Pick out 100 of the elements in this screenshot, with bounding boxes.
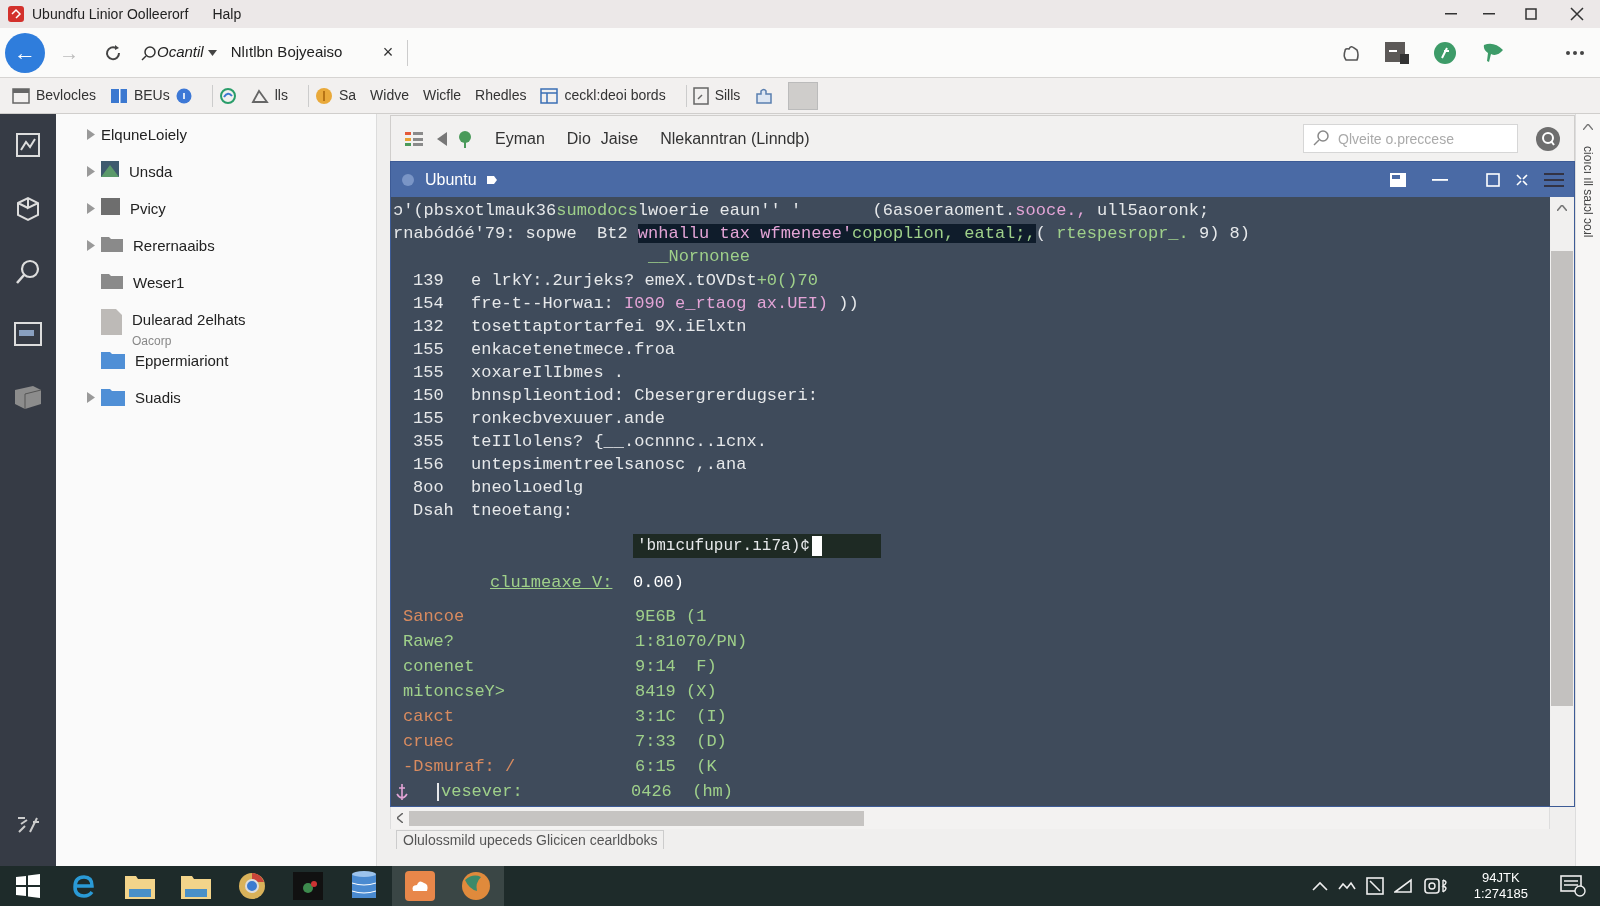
bookmark-link[interactable]: Rhedles <box>475 85 527 106</box>
bookmark-link[interactable]: Bevlocles <box>36 85 96 106</box>
wave-icon[interactable] <box>1337 881 1356 891</box>
panel-icon[interactable] <box>1385 41 1409 64</box>
collapse-icon[interactable] <box>1583 124 1593 130</box>
minimize-icon[interactable] <box>1483 13 1495 15</box>
input-field[interactable]: 'bmıcufupur.ıi7a)¢ <box>633 534 881 558</box>
search-engine-label[interactable]: Ocantil <box>157 41 204 64</box>
browser-icon[interactable] <box>238 872 266 900</box>
bookmark-link[interactable]: BEUs <box>133 85 170 106</box>
scroll-left-icon[interactable] <box>397 813 403 823</box>
tree-item[interactable]: Rerernaaibs <box>133 235 215 258</box>
code-line: xoxareIlIbmes . <box>471 362 625 384</box>
cursor <box>811 536 822 556</box>
clock-date[interactable]: 1:274185 <box>1473 886 1528 902</box>
bookmark-link[interactable]: ceckl:deoi bords <box>564 85 666 106</box>
tree-item[interactable]: Suadis <box>135 386 181 409</box>
tree-item[interactable]: Unsda <box>129 161 173 184</box>
toolbar-tab[interactable]: Nlekanntran (Linndþ) <box>660 126 810 151</box>
scroll-up-icon[interactable] <box>1557 205 1567 211</box>
document-icon <box>692 86 709 105</box>
chevron-up-icon[interactable] <box>1311 881 1328 891</box>
stat-value: 8419 (X) <box>635 681 717 703</box>
camera-icon[interactable] <box>1423 877 1450 895</box>
tree-item[interactable]: Weser1 <box>133 272 185 295</box>
terminal-line: ɔ'(pbsxotlmauk36sumodocslwoerie eaun'' ' (6asoeraoment.sooce., ull5aoronk; <box>393 200 1210 222</box>
folder-icon[interactable] <box>181 873 211 899</box>
cloud-app-icon[interactable] <box>405 871 435 901</box>
close-icon[interactable] <box>1570 7 1584 21</box>
stat-value: 6:15 (K <box>635 756 717 778</box>
line-number: Dsah <box>412 500 455 522</box>
line-number: 132 <box>412 316 445 338</box>
search-icon[interactable] <box>14 258 42 286</box>
address-field[interactable]: Nlıtlbn Bojyeaiso <box>230 41 381 64</box>
chart-icon[interactable] <box>15 132 41 158</box>
tree-item[interactable]: Eppermiariont <box>135 349 229 372</box>
bookmark-link[interactable]: Wicfle <box>423 85 462 106</box>
caret-icon[interactable] <box>207 49 217 56</box>
cube-icon[interactable] <box>14 194 42 222</box>
globe-app-icon[interactable] <box>461 871 491 901</box>
maximize-icon[interactable] <box>1525 8 1537 20</box>
line-number: 8oo <box>412 477 445 499</box>
tree-item[interactable]: Pvicy <box>130 198 166 221</box>
search-field[interactable]: Qlveite o.preccese <box>1303 124 1518 153</box>
window-icon[interactable] <box>14 322 42 346</box>
window-icon[interactable] <box>1390 172 1406 187</box>
toolbar-tab[interactable]: Eyman <box>495 126 545 151</box>
stat-value: 3:1C (I) <box>635 706 727 728</box>
minimize-icon[interactable] <box>1445 13 1457 15</box>
back-arrow-icon[interactable] <box>437 131 447 146</box>
menu-item[interactable]: Halp <box>212 3 242 25</box>
scrollbar-thumb[interactable] <box>1551 251 1573 706</box>
toolbar-tab[interactable]: Jaise <box>600 126 639 151</box>
notification-icon[interactable] <box>1560 875 1586 897</box>
shrink-icon[interactable] <box>1516 173 1528 186</box>
stat-key: mitoncseY> <box>403 679 635 704</box>
reload-icon[interactable] <box>103 42 123 63</box>
status-text: Olulossmild upeceds Glicicen cearldboks <box>396 830 665 849</box>
terminal-icon <box>401 172 415 187</box>
expand-arrow-icon[interactable] <box>87 129 95 140</box>
window-title: Ubundfu Linior Oolleerorf <box>32 4 189 24</box>
database-icon[interactable] <box>352 871 376 901</box>
line-number: 139 <box>412 270 445 292</box>
volume-icon[interactable] <box>1393 878 1414 894</box>
summary-value: 0.00) <box>633 572 684 594</box>
vertical-scrollbar[interactable] <box>1550 197 1574 806</box>
horizontal-scrollbar[interactable] <box>390 807 1550 829</box>
bookmark-link[interactable]: Sills <box>714 85 741 106</box>
tree-item[interactable]: Dulearad 2elhats <box>132 309 246 332</box>
cursor <box>437 782 439 801</box>
back-button[interactable]: ← <box>5 32 45 73</box>
expand-arrow-icon[interactable] <box>87 203 95 214</box>
scrollbar-thumb[interactable] <box>409 810 864 826</box>
bookmark-link[interactable]: lls <box>274 85 288 106</box>
stat-key: conenet <box>403 654 635 679</box>
browser-e-icon[interactable] <box>71 873 97 899</box>
line-number: 355 <box>412 431 445 453</box>
search-icon[interactable] <box>1536 126 1560 151</box>
toolbar-tab[interactable]: Dio <box>566 126 591 151</box>
bookmark-link[interactable]: Widve <box>370 85 409 106</box>
expand-arrow-icon[interactable] <box>87 166 95 177</box>
line-number: 155 <box>412 339 445 361</box>
expand-arrow-icon[interactable] <box>87 391 95 403</box>
expand-arrow-icon[interactable] <box>87 240 95 251</box>
line-number: 155 <box>412 408 445 430</box>
menu-icon[interactable] <box>1565 49 1585 56</box>
clear-button[interactable]: × <box>382 39 394 66</box>
tree-item[interactable]: ElquneLoiely <box>101 124 187 147</box>
list-icon[interactable] <box>405 130 423 147</box>
folder-icon[interactable] <box>125 873 155 899</box>
table-icon <box>540 87 559 104</box>
windows-logo-icon[interactable] <box>16 874 40 898</box>
pin-icon[interactable] <box>457 129 473 148</box>
network-icon[interactable] <box>1365 877 1384 895</box>
line-number: 150 <box>412 385 445 407</box>
terminal-app-icon[interactable] <box>293 872 323 900</box>
clock-time[interactable]: 94JTK <box>1482 870 1520 886</box>
minimize-icon[interactable] <box>1432 178 1448 181</box>
bookmark-link[interactable]: Sa <box>338 85 357 106</box>
anchor-icon <box>395 781 409 802</box>
